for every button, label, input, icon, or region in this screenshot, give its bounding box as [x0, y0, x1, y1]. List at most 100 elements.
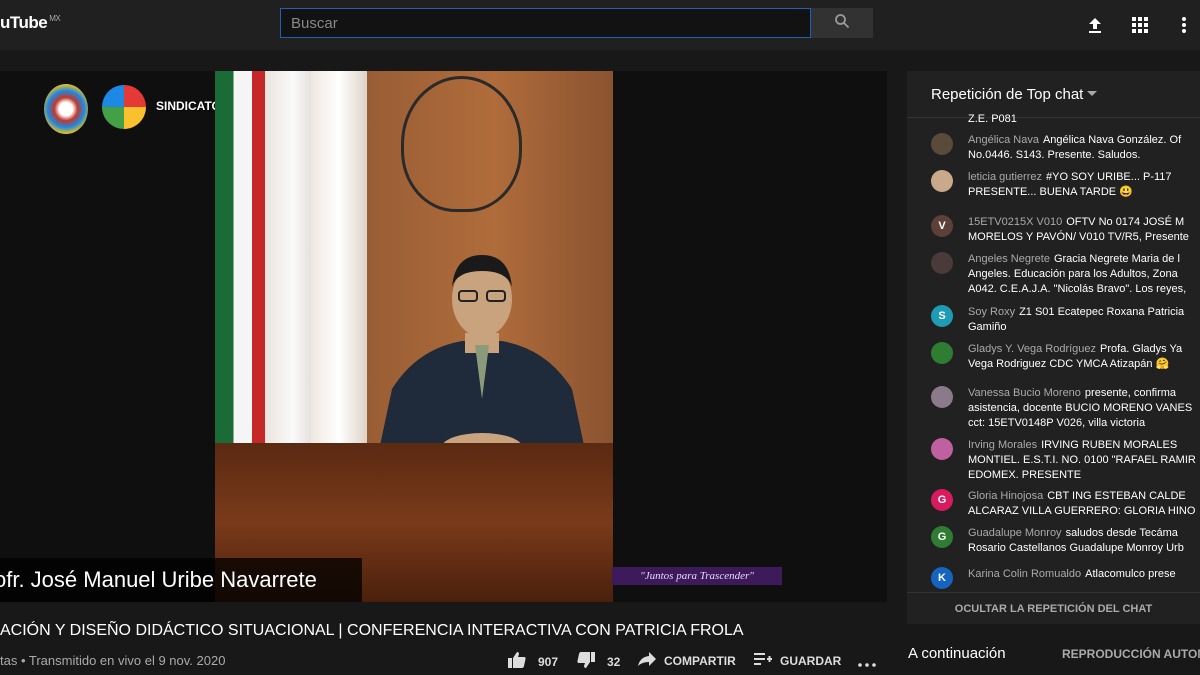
avatar[interactable]: [931, 438, 953, 460]
chat-text: Atlacomulco prese: [1085, 568, 1176, 580]
chat-message-body: Irving Morales IRVING RUBEN MORALES MONTIE…: [968, 438, 1200, 483]
juntos-badge: "Juntos para Trascender": [612, 567, 782, 585]
video-meta: tas • Transmitido en vivo el 9 nov. 2020: [0, 653, 226, 668]
search-icon: [834, 13, 850, 34]
share-icon: [638, 652, 656, 669]
smsem-logo: [102, 85, 146, 129]
avatar[interactable]: [931, 170, 953, 192]
chat-message-body: leticia gutierrez #YO SOY URIBE... P-117 P…: [968, 170, 1200, 200]
chat-message-body: Vanessa Bucio Moreno presente, confirma as…: [968, 386, 1200, 431]
youtube-logo[interactable]: uTube MX: [0, 13, 61, 33]
like-count: 907: [538, 654, 559, 669]
avatar[interactable]: K: [931, 567, 953, 589]
search-box[interactable]: [280, 8, 811, 38]
chat-text-line: EDOMEX. PRESENTE: [968, 469, 1082, 481]
search-button[interactable]: [811, 8, 873, 38]
avatar[interactable]: [931, 252, 953, 274]
chat-author[interactable]: Angeles Negrete: [968, 253, 1050, 265]
avatar[interactable]: S: [931, 305, 953, 327]
seal-logo-left: [44, 84, 88, 134]
dislike-count: 32: [607, 654, 621, 669]
lower-third: ofr. José Manuel Uribe Navarrete: [0, 558, 362, 602]
up-next-label: A continuación: [908, 645, 1006, 662]
hide-chat-button[interactable]: OCULTAR LA REPETICIÓN DEL CHAT: [907, 592, 1200, 625]
chat-text-line: Angeles. Educación para los Adultos, Zon…: [968, 268, 1178, 280]
chat-text: Z1 S01 Ecatepec Roxana Patricia: [1019, 306, 1185, 318]
chat-author[interactable]: Vanessa Bucio Moreno: [968, 387, 1081, 399]
share-button[interactable]: COMPARTIR: [638, 652, 736, 669]
avatar[interactable]: [931, 133, 953, 155]
wall-emblem: [401, 76, 522, 212]
region-code: MX: [49, 14, 61, 24]
video-title: ACIÓN Y DISEÑO DIDÁCTICO SITUACIONAL | C…: [0, 622, 744, 639]
apps-grid-icon[interactable]: [1128, 13, 1152, 37]
playlist-add-icon: [754, 652, 772, 669]
avatar[interactable]: G: [931, 526, 953, 548]
autoplay-label: REPRODUCCIÓN AUTOMÁ: [1062, 647, 1200, 661]
thumb-down-icon: [577, 652, 595, 671]
like-button[interactable]: 907: [508, 652, 558, 671]
chat-author[interactable]: Gloria Hinojosa: [968, 490, 1043, 502]
chat-author[interactable]: Irving Morales: [968, 439, 1037, 451]
live-chat-replay: Repetición de Top chat Z.E. P081 Angélic…: [907, 71, 1200, 624]
chat-text-line: ALCARAZ VILLA GUERRERO: GLORIA HINO: [968, 505, 1196, 517]
chat-message-body: 15ETV0215X V010 OFTV No 0174 JOSÉ M MORELO…: [968, 215, 1200, 245]
chat-header[interactable]: Repetición de Top chat: [907, 71, 1200, 118]
speaker-figure: [375, 255, 589, 469]
chat-text: OFTV No 0174 JOSÉ M: [1066, 216, 1185, 228]
chat-message-body: Gladys Y. Vega Rodríguez Profa. Gladys Ya…: [968, 342, 1200, 372]
dislike-button[interactable]: 32: [577, 652, 620, 671]
masthead: uTube MX: [0, 0, 1200, 50]
chat-author[interactable]: Karina Colin Romualdo: [968, 568, 1081, 580]
chat-author[interactable]: 15ETV0215X V010: [968, 216, 1062, 228]
chat-text: Profa. Gladys Ya: [1100, 343, 1183, 355]
save-button[interactable]: GUARDAR: [754, 652, 841, 669]
chat-message-body: Gloria Hinojosa CBT ING ESTEBAN CALDE ALCA…: [968, 489, 1200, 519]
chat-text: #YO SOY URIBE... P-117: [1045, 171, 1172, 183]
chat-text: presente, confirma: [1084, 387, 1177, 399]
chat-text-line: MONTIEL. E.S.T.I. NO. 0100 "RAFAEL RAMIR: [968, 454, 1196, 466]
chat-author[interactable]: Gladys Y. Vega Rodríguez: [968, 343, 1096, 355]
save-label: GUARDAR: [780, 653, 842, 668]
chat-text-line: Gamiño: [968, 321, 1007, 333]
chat-message-body: Angeles Negrete Gracia Negrete Maria de l…: [968, 252, 1200, 297]
chat-text: CBT ING ESTEBAN CALDE: [1047, 490, 1186, 502]
dropdown-arrow-icon: [1087, 91, 1097, 96]
more-horiz-icon: [858, 656, 876, 670]
chat-message-body: Karina Colin Romualdo Atlacomulco prese: [968, 567, 1200, 582]
chat-text-line: MORELOS Y PAVÓN/ V010 TV/R5, Presente: [968, 231, 1189, 243]
avatar[interactable]: V: [931, 215, 953, 237]
chat-author[interactable]: Guadalupe Monroy: [968, 527, 1062, 539]
chat-fragment: Z.E. P081: [968, 113, 1017, 125]
share-label: COMPARTIR: [664, 653, 736, 668]
chat-mode-label: Repetición de Top chat: [931, 86, 1084, 103]
avatar[interactable]: G: [931, 489, 953, 511]
speaker-name: ofr. José Manuel Uribe Navarrete: [0, 567, 317, 592]
chat-text-line: No.0446. S143. Presente. Saludos.: [968, 149, 1141, 161]
chat-text-line: Rosario Castellanos Guadalupe Monroy Urb: [968, 542, 1184, 554]
more-actions-button[interactable]: [858, 656, 876, 670]
chat-text-line: asistencia, docente BUCIO MORENO VANES: [968, 402, 1193, 414]
chat-text-line: cct: 15ETV0148P V026, villa victoria: [968, 417, 1146, 429]
chat-text: Gracia Negrete Maria de l: [1053, 253, 1180, 265]
chat-text-line: PRESENTE... BUENA TARDE 😃: [968, 186, 1133, 198]
chat-author[interactable]: Angélica Nava: [968, 134, 1039, 146]
search-input[interactable]: [281, 9, 801, 37]
chat-text-line: A042. C.E.A.J.A. "Nicolás Bravo". Los re…: [968, 283, 1187, 295]
avatar[interactable]: [931, 342, 953, 364]
chat-text: saludos desde Tecáma: [1065, 527, 1178, 539]
thumb-up-icon: [508, 652, 526, 671]
union-flag: [311, 71, 367, 443]
chat-author[interactable]: Soy Roxy: [968, 306, 1015, 318]
chat-text: IRVING RUBEN MORALES: [1041, 439, 1178, 451]
chat-author[interactable]: leticia gutierrez: [968, 171, 1042, 183]
avatar[interactable]: [931, 386, 953, 408]
more-vert-icon[interactable]: [1172, 13, 1196, 37]
chat-message-body: Guadalupe Monroy saludos desde Tecáma Rosa…: [968, 526, 1200, 556]
chat-message-body: Soy Roxy Z1 S01 Ecatepec Roxana Patricia G…: [968, 305, 1200, 335]
video-player[interactable]: SINDICATO DE MAESTROS AL SERVICIO DEL ES…: [0, 71, 887, 602]
chat-text: Angélica Nava González. Of: [1042, 134, 1182, 146]
upload-icon[interactable]: [1083, 13, 1107, 37]
chat-message-body: Angélica Nava Angélica Nava González. Of N…: [968, 133, 1200, 163]
video-frame: [215, 71, 613, 602]
